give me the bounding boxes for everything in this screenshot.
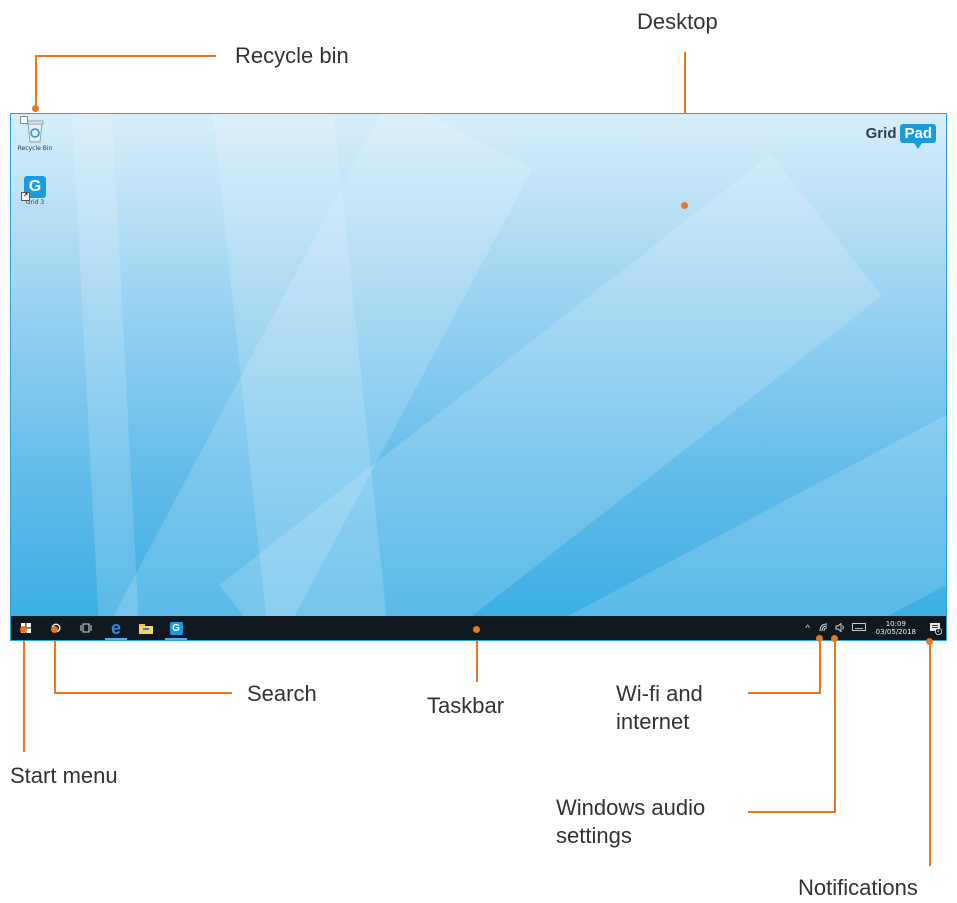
recycle-bin-desktop-icon[interactable]: Recycle Bin <box>11 116 59 152</box>
desktop-callout: Desktop <box>637 9 718 34</box>
edge-browser-icon: e <box>110 618 121 638</box>
file-explorer-button[interactable] <box>131 616 161 640</box>
recycle-bin-callout-dot <box>32 105 39 112</box>
clock-time: 10:09 <box>885 620 906 628</box>
grid-3-app-icon: G <box>169 621 183 635</box>
recycle-bin-label: Recycle Bin <box>17 145 53 152</box>
recycle-bin-callout-line <box>35 55 216 108</box>
audio-callout-dot <box>831 635 838 642</box>
shortcut-arrow-icon: ↗ <box>21 192 30 201</box>
notification-icon <box>929 622 942 635</box>
wifi-callout: Wi-fi and internet <box>616 681 703 734</box>
clock-date: 03/05/2018 <box>875 628 916 636</box>
edge-button[interactable]: e <box>101 616 131 640</box>
keyboard-icon[interactable] <box>848 623 870 633</box>
task-view-button[interactable] <box>71 616 101 640</box>
logo-text-grid: Grid <box>865 125 897 142</box>
action-center-button[interactable]: 1 <box>924 616 946 640</box>
grid-3-label: Grid 3 <box>25 199 45 206</box>
desktop-callout-dot <box>681 202 688 209</box>
notifications-callout: Notifications <box>798 875 918 900</box>
task-view-icon <box>80 623 92 633</box>
taskbar-callout-dot <box>473 626 480 633</box>
grid-3-desktop-icon[interactable]: G ↗ Grid 3 <box>11 176 59 206</box>
logo-text-pad: Pad <box>900 124 936 149</box>
folder-icon <box>139 623 153 634</box>
start-menu-callout-dot <box>20 626 27 633</box>
grid-pad-logo: Grid Pad <box>865 124 936 149</box>
taskbar-callout: Taskbar <box>427 693 505 718</box>
recycle-bin-callout: Recycle bin <box>235 43 349 68</box>
show-hidden-icons-chevron-icon[interactable]: ^ <box>800 623 816 633</box>
audio-callout: Windows audio settings <box>556 795 706 848</box>
search-callout-dot <box>51 626 58 633</box>
desktop-screenshot: Recycle Bin G ↗ Grid 3 Grid Pad e G ^ 10… <box>10 113 947 641</box>
notification-count-badge: 1 <box>936 628 940 634</box>
wifi-callout-line <box>748 638 821 694</box>
notifications-callout-dot <box>926 638 933 645</box>
audio-callout-line <box>748 638 836 813</box>
desktop-background[interactable]: Recycle Bin G ↗ Grid 3 Grid Pad <box>11 114 946 618</box>
search-callout: Search <box>247 681 317 706</box>
wallpaper-ray <box>71 114 148 618</box>
selection-checkbox[interactable] <box>20 116 28 124</box>
clock[interactable]: 10:09 03/05/2018 <box>876 620 916 636</box>
start-menu-callout: Start menu <box>10 763 118 788</box>
grid-3-taskbar-button[interactable]: G <box>161 616 191 640</box>
grid-3-app-icon: G ↗ <box>21 176 46 201</box>
speaker-icon[interactable] <box>832 622 848 634</box>
recycle-bin-icon <box>20 116 46 144</box>
wifi-icon[interactable] <box>816 623 832 634</box>
wifi-callout-dot <box>816 635 823 642</box>
